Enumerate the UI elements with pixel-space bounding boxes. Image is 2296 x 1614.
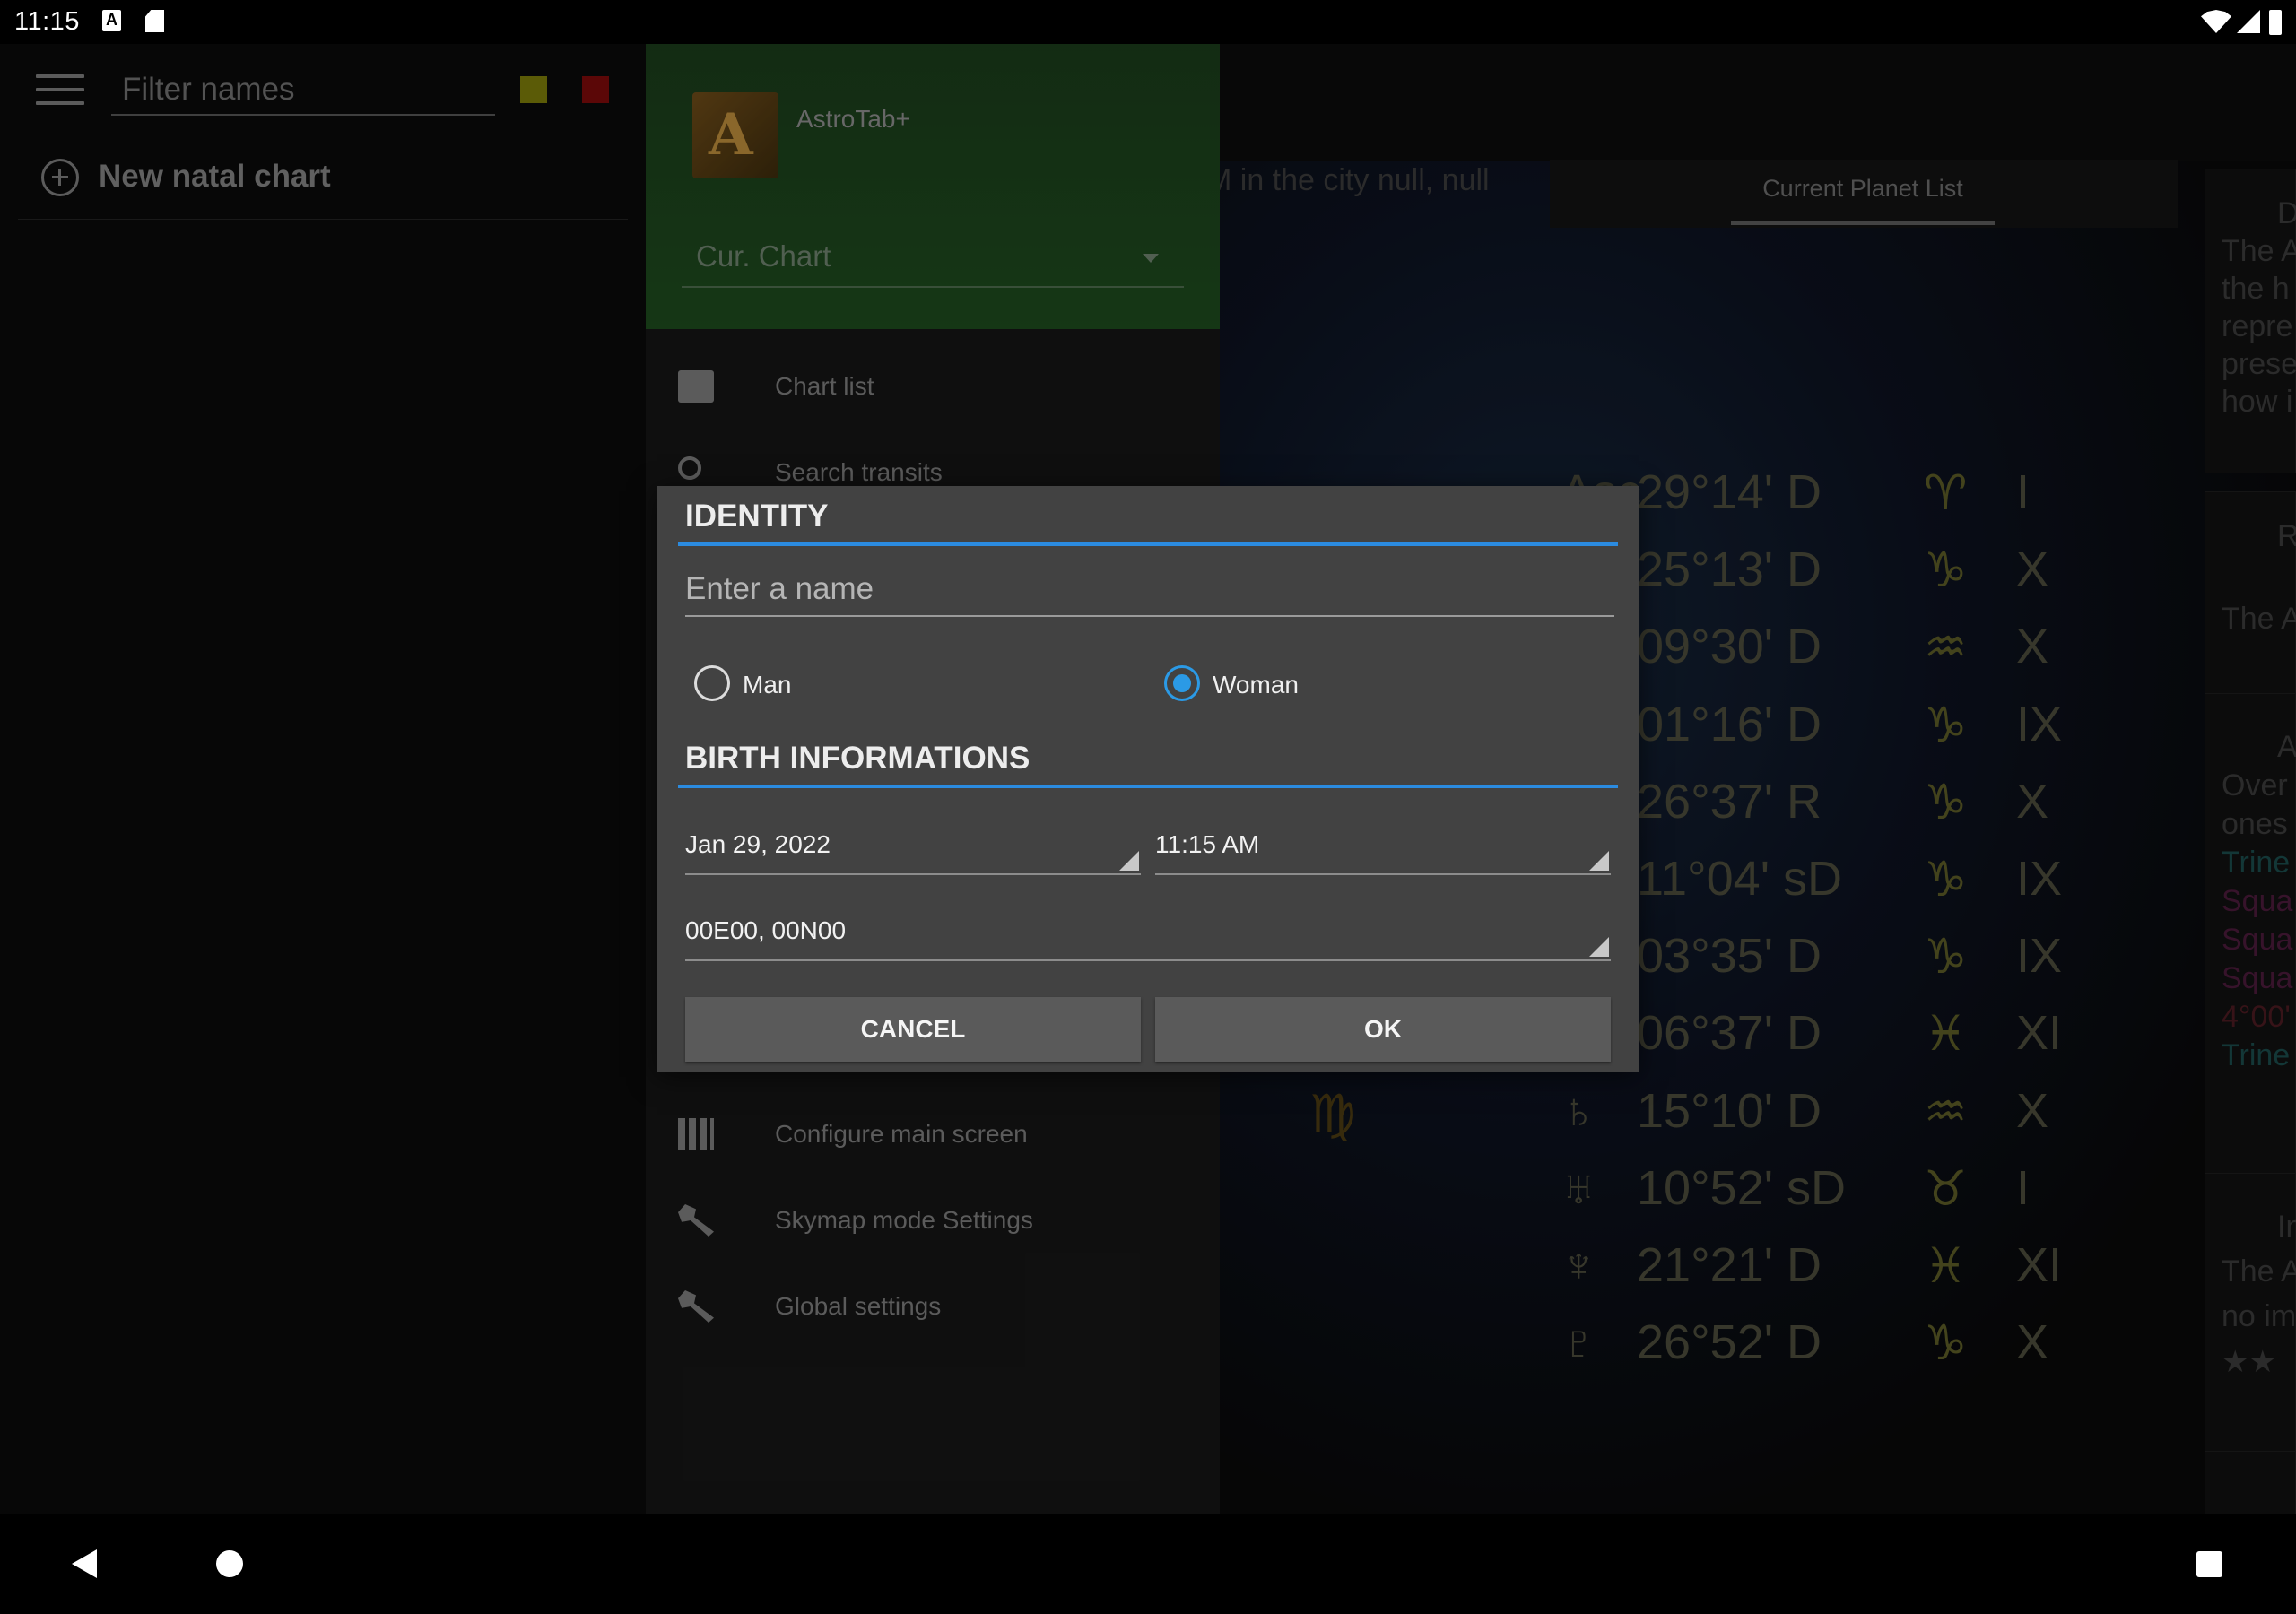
spinner-corner-icon (1589, 851, 1609, 871)
status-time: 11:15 (14, 7, 80, 36)
birth-location-value: 00E00, 00N00 (685, 916, 847, 944)
birth-divider (678, 785, 1618, 788)
identity-dialog: IDENTITY Man Woman BIRTH INFORMATIONS Ja… (657, 486, 1639, 1072)
recent-apps-icon[interactable] (2196, 1551, 2222, 1577)
cell-signal-icon (2237, 10, 2260, 33)
ok-button[interactable]: OK (1155, 997, 1611, 1062)
battery-icon (2269, 10, 2282, 35)
radio-label-woman: Woman (1213, 671, 1299, 699)
birth-time-value: 11:15 AM (1155, 830, 1260, 858)
home-icon[interactable] (216, 1550, 243, 1577)
spinner-corner-icon (1119, 851, 1139, 871)
radio-label-man: Man (743, 671, 792, 699)
radio-button-unchecked-icon[interactable] (694, 665, 730, 701)
birth-date-value: Jan 29, 2022 (685, 830, 831, 858)
birth-time-spinner[interactable]: 11:15 AM (1155, 816, 1611, 875)
system-navigation-bar (0, 1514, 2296, 1614)
spinner-corner-icon (1589, 937, 1609, 957)
birth-date-spinner[interactable]: Jan 29, 2022 (685, 816, 1141, 875)
cancel-button[interactable]: CANCEL (685, 997, 1141, 1062)
birth-location-spinner[interactable]: 00E00, 00N00 (685, 902, 1611, 961)
radio-button-checked-icon[interactable] (1164, 665, 1200, 701)
identity-divider (678, 542, 1618, 546)
identity-section-title: IDENTITY (685, 499, 829, 534)
wifi-icon (2201, 10, 2231, 33)
status-bar: 11:15 A (0, 0, 2296, 44)
accessibility-notification-icon: A (102, 10, 121, 31)
sd-card-icon (145, 10, 164, 32)
back-icon[interactable] (72, 1549, 97, 1578)
birth-section-title: BIRTH INFORMATIONS (685, 741, 1031, 776)
name-input[interactable] (685, 563, 1614, 617)
